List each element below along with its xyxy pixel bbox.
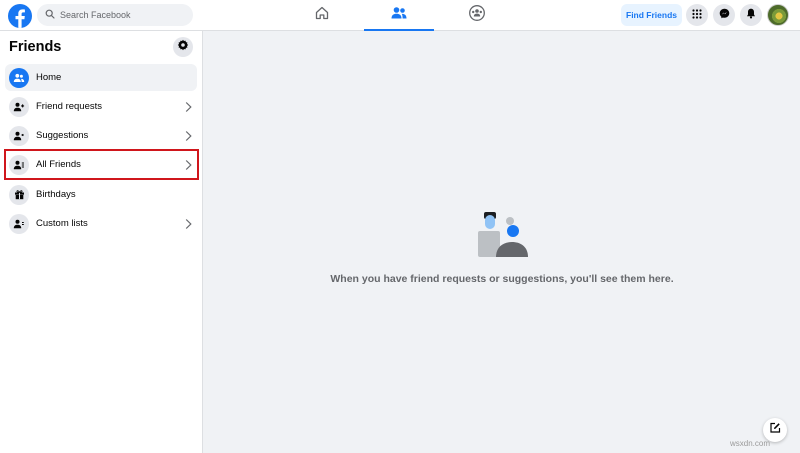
top-navigation-bar: Find Friends [0, 0, 800, 32]
sidebar-item-custom-lists[interactable]: Custom lists [5, 210, 197, 237]
main-content: When you have friend requests or suggest… [204, 31, 800, 453]
gift-icon [9, 184, 29, 205]
home-icon [314, 5, 330, 26]
sidebar-item-label: Suggestions [36, 130, 89, 141]
compose-edit-icon [769, 421, 781, 439]
groups-icon [468, 4, 486, 27]
chevron-right-icon [185, 130, 192, 141]
sidebar-item-label: Birthdays [36, 189, 76, 200]
friends-sidebar: Friends Home Friend requests Suggestions… [0, 31, 203, 453]
menu-button[interactable] [686, 4, 708, 26]
notifications-button[interactable] [740, 4, 762, 26]
custom-lists-icon [9, 213, 29, 234]
friends-icon [390, 5, 408, 26]
profile-avatar[interactable] [767, 4, 789, 26]
messenger-icon [719, 6, 730, 24]
tab-friends[interactable] [364, 0, 434, 32]
messenger-button[interactable] [713, 4, 735, 26]
friends-empty-illustration [474, 209, 530, 259]
friend-request-icon [9, 96, 29, 117]
all-friends-icon [9, 154, 29, 175]
sidebar-item-birthdays[interactable]: Birthdays [5, 181, 197, 208]
find-friends-button[interactable]: Find Friends [621, 4, 682, 26]
sidebar-item-label: Custom lists [36, 218, 88, 229]
search-icon [45, 6, 55, 24]
search-bar[interactable] [37, 4, 193, 26]
empty-state-message: When you have friend requests or suggest… [330, 273, 674, 285]
settings-button[interactable] [173, 37, 193, 57]
sidebar-item-label: Friend requests [36, 101, 103, 112]
friends-home-icon [9, 67, 29, 88]
menu-grid-icon [692, 6, 702, 24]
tab-home[interactable] [287, 0, 357, 31]
sidebar-title: Friends [9, 39, 62, 55]
sidebar-item-label: All Friends [36, 159, 81, 170]
facebook-logo-icon[interactable] [8, 4, 32, 28]
search-input[interactable] [60, 10, 180, 20]
chevron-right-icon [185, 218, 192, 229]
watermark-text: wsxdn.com [730, 439, 771, 448]
chevron-right-icon [185, 159, 192, 170]
sidebar-item-suggestions[interactable]: Suggestions [5, 122, 197, 149]
sidebar-item-label: Home [36, 72, 62, 83]
notifications-bell-icon [746, 6, 756, 24]
suggestions-icon [9, 125, 29, 146]
gear-icon [177, 38, 189, 56]
chevron-right-icon [185, 101, 192, 112]
sidebar-item-all-friends[interactable]: All Friends [4, 149, 199, 180]
sidebar-item-home[interactable]: Home [5, 64, 197, 91]
tab-groups[interactable] [442, 0, 512, 31]
sidebar-item-friend-requests[interactable]: Friend requests [5, 93, 197, 120]
